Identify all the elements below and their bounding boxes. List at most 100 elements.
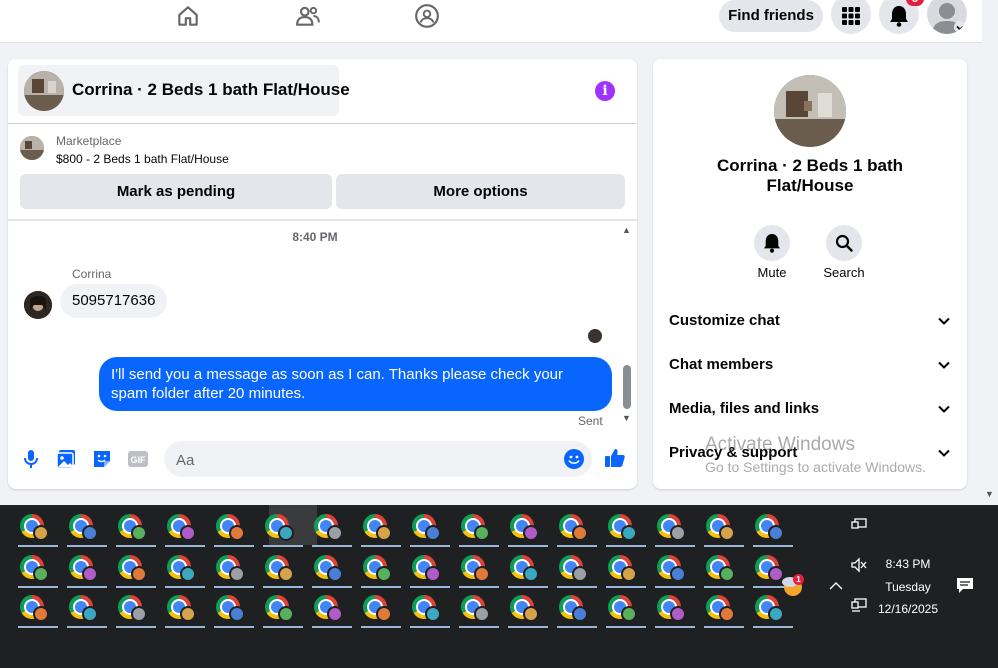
running-indicator — [214, 545, 254, 547]
microphone-icon[interactable] — [20, 448, 42, 470]
running-indicator — [214, 626, 254, 628]
emoji-button[interactable] — [564, 449, 584, 469]
chevron-down-icon — [938, 317, 950, 325]
page-scroll-down-arrow-icon[interactable]: ▼ — [985, 489, 994, 499]
listing-price[interactable]: $800 - 2 Beds 1 bath Flat/House — [56, 152, 229, 166]
profile-button[interactable] — [927, 0, 967, 34]
chevron-down-icon — [938, 361, 950, 369]
profile-badge-icon — [719, 606, 735, 622]
friends-icon[interactable] — [295, 3, 321, 29]
running-indicator — [165, 586, 205, 588]
photo-icon[interactable] — [55, 448, 77, 470]
marketplace-thumbnail — [20, 136, 44, 160]
profile-badge-icon — [131, 525, 147, 541]
display-icon[interactable] — [850, 597, 868, 613]
chat-header[interactable]: Corrina · 2 Beds 1 bath Flat/House — [18, 65, 350, 116]
running-indicator — [606, 545, 646, 547]
sticker-icon[interactable] — [91, 448, 113, 470]
running-indicator — [67, 586, 107, 588]
running-indicator — [704, 626, 744, 628]
profile-badge-icon — [523, 525, 539, 541]
running-indicator — [312, 586, 352, 588]
taskbar-day[interactable]: Tuesday — [872, 580, 944, 594]
message-composer[interactable] — [164, 441, 592, 479]
profile-badge-icon — [327, 606, 343, 622]
running-indicator — [410, 586, 450, 588]
menu-button[interactable] — [831, 0, 871, 34]
section-chat-members[interactable]: Chat members — [669, 356, 951, 376]
volume-muted-icon[interactable] — [850, 557, 868, 573]
mute-button[interactable] — [754, 225, 790, 261]
bell-icon — [763, 234, 781, 253]
find-friends-button[interactable]: Find friends — [719, 0, 823, 32]
running-indicator — [410, 545, 450, 547]
running-indicator — [557, 586, 597, 588]
running-indicator — [508, 545, 548, 547]
section-customize-chat[interactable]: Customize chat — [669, 312, 951, 332]
running-indicator — [459, 545, 499, 547]
running-indicator — [116, 626, 156, 628]
room-photo-icon — [20, 136, 44, 160]
taskbar-date[interactable]: 12/16/2025 — [872, 602, 944, 616]
running-indicator — [508, 586, 548, 588]
chat-window: Corrina · 2 Beds 1 bath Flat/House i Mar… — [8, 59, 637, 489]
running-indicator — [18, 626, 58, 628]
chevron-down-icon — [938, 405, 950, 413]
running-indicator — [361, 626, 401, 628]
profile-badge-icon — [474, 606, 490, 622]
mark-pending-button[interactable]: Mark as pending — [20, 174, 332, 209]
scroll-up-arrow-icon[interactable]: ▲ — [622, 225, 631, 235]
chevron-down-icon — [956, 25, 964, 31]
notification-center-icon[interactable] — [956, 576, 974, 594]
running-indicator — [361, 545, 401, 547]
network-icon[interactable] — [850, 516, 868, 532]
scroll-thumb[interactable] — [623, 365, 631, 409]
running-indicator — [459, 626, 499, 628]
chevron-up-icon[interactable] — [828, 580, 844, 592]
running-indicator — [508, 626, 548, 628]
running-indicator — [263, 626, 303, 628]
sender-name: Corrina — [72, 267, 112, 281]
thumbs-up-icon[interactable] — [604, 447, 626, 469]
notification-badge: 5 — [906, 0, 924, 6]
sent-message-bubble[interactable]: I'll send you a message as soon as I can… — [99, 357, 612, 411]
home-icon[interactable] — [175, 3, 201, 29]
conversation-avatar[interactable] — [774, 75, 846, 147]
gif-icon[interactable]: GIF — [127, 448, 149, 470]
info-icon[interactable]: i — [595, 81, 615, 101]
running-indicator — [116, 545, 156, 547]
search-icon — [835, 234, 853, 252]
profile-badge-icon — [180, 566, 196, 582]
profile-badge-icon — [33, 525, 49, 541]
profile-badge-icon — [425, 525, 441, 541]
profile-badge-icon — [278, 606, 294, 622]
groups-icon[interactable] — [414, 3, 440, 29]
section-media-files-links[interactable]: Media, files and links — [669, 400, 951, 420]
section-label: Chat members — [669, 356, 774, 373]
divider — [8, 219, 637, 221]
menu-grid-icon — [842, 7, 860, 25]
chat-title: Corrina · 2 Beds 1 bath Flat/House — [72, 80, 350, 99]
profile-badge-icon — [376, 606, 392, 622]
search-button[interactable] — [826, 225, 862, 261]
message-input[interactable] — [174, 441, 558, 479]
running-indicator — [655, 586, 695, 588]
section-label: Media, files and links — [669, 400, 820, 417]
scroll-down-arrow-icon[interactable]: ▼ — [622, 413, 631, 423]
received-message-bubble[interactable]: 5095717636 — [60, 284, 168, 318]
listing-thumbnail — [24, 71, 64, 111]
section-label: Customize chat — [669, 312, 780, 329]
running-indicator — [557, 626, 597, 628]
profile-badge-icon — [670, 566, 686, 582]
profile-badge-icon — [621, 566, 637, 582]
running-indicator — [606, 626, 646, 628]
profile-badge-icon — [33, 606, 49, 622]
profile-badge-icon — [33, 566, 49, 582]
more-options-button[interactable]: More options — [336, 174, 625, 209]
bell-icon — [890, 6, 908, 27]
running-indicator — [18, 545, 58, 547]
sender-avatar[interactable] — [24, 291, 52, 319]
profile-badge-icon — [572, 606, 588, 622]
taskbar-time[interactable]: 8:43 PM — [872, 557, 944, 571]
profile-badge-icon — [572, 566, 588, 582]
